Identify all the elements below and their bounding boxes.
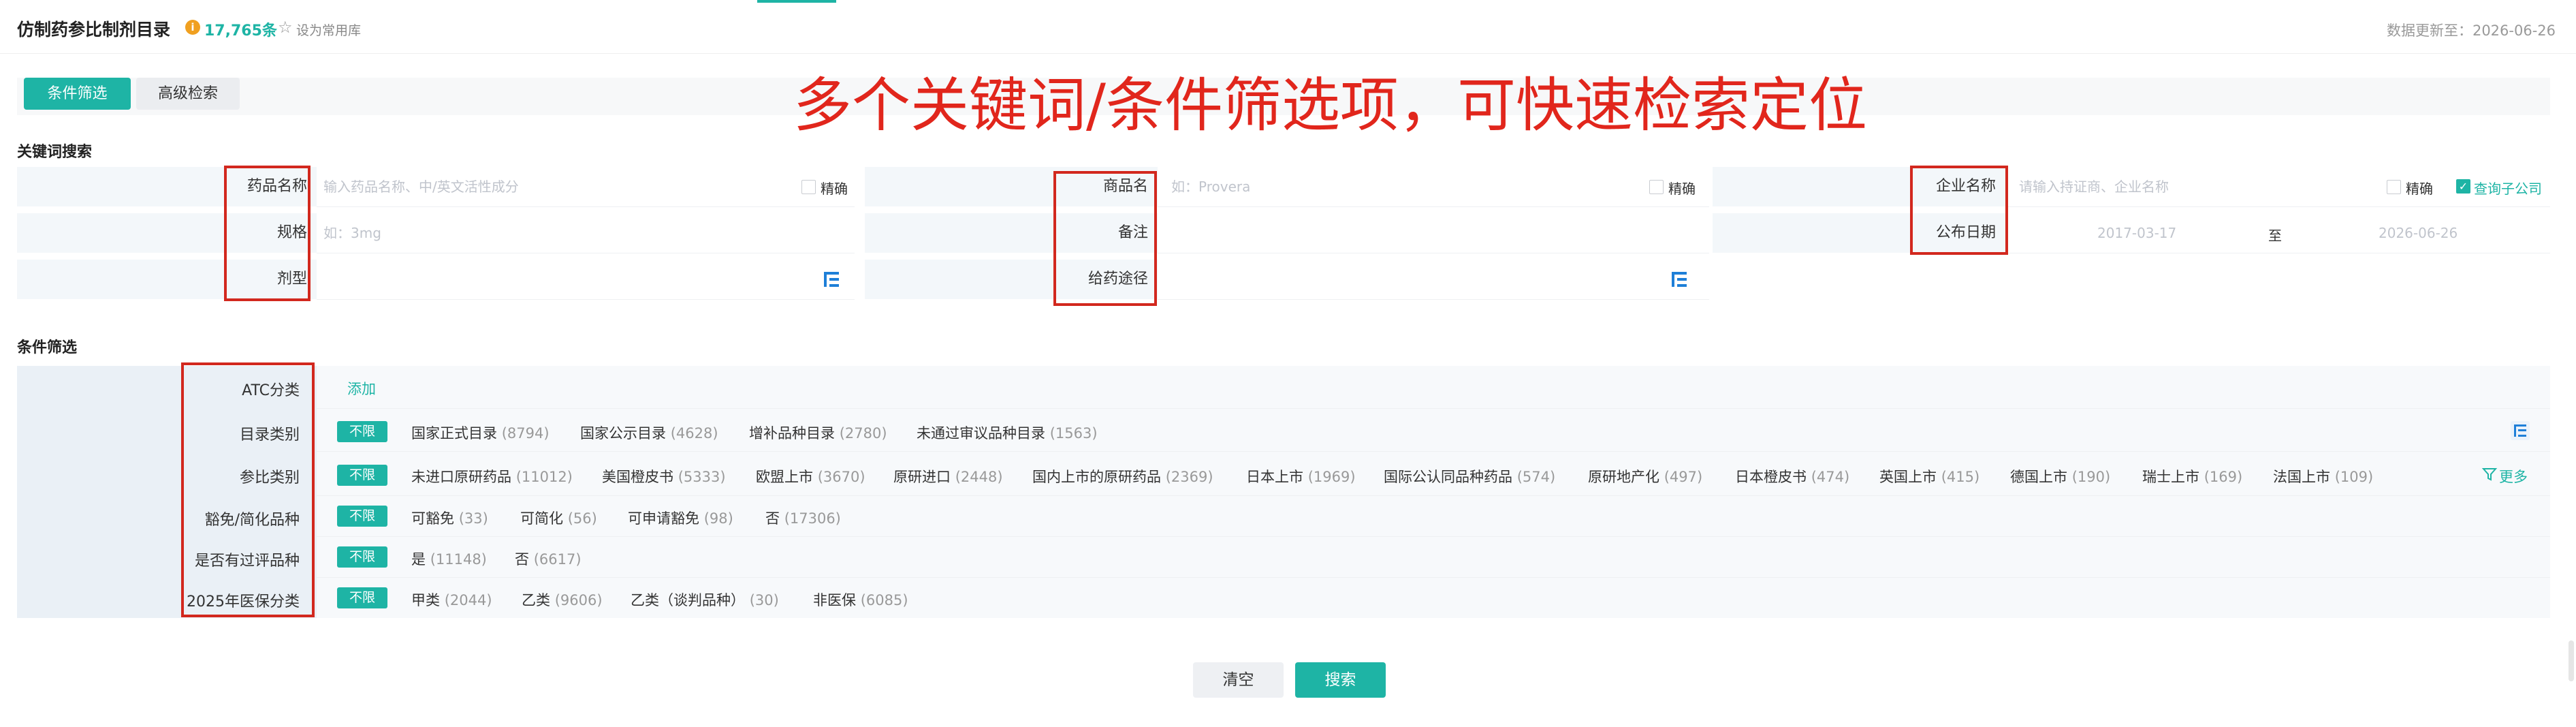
exemption-nolimit-tag[interactable]: 不限 xyxy=(337,506,387,527)
annotation-box xyxy=(1910,166,2008,255)
row-divider xyxy=(317,536,2550,537)
filter-section-title: 条件筛选 xyxy=(17,339,78,356)
catalog-nolimit-tag[interactable]: 不限 xyxy=(337,421,387,442)
filter-option[interactable]: 法国上市 (109) xyxy=(2273,466,2373,486)
filter-option[interactable]: 原研进口 (2448) xyxy=(893,466,1003,486)
filter-option[interactable]: 美国橙皮书 (5333) xyxy=(602,466,726,486)
tree-select-icon[interactable] xyxy=(822,269,842,290)
drug-name-input[interactable]: 输入药品名称、中/英文活性成分 精确 xyxy=(317,167,855,207)
company-input[interactable]: 请输入持证商、企业名称 精确 ✓ 查询子公司 xyxy=(2005,167,2550,207)
top-accent-bar xyxy=(757,0,836,3)
search-button[interactable]: 搜索 xyxy=(1295,662,1386,698)
subsidiary-label: 查询子公司 xyxy=(2474,181,2542,197)
tree-select-icon[interactable] xyxy=(2510,420,2530,441)
filter-option[interactable]: 瑞士上市 (169) xyxy=(2142,466,2242,486)
remark-input[interactable] xyxy=(1158,213,1709,253)
date-range-separator: 至 xyxy=(2268,228,2282,244)
tab-condition-filter[interactable]: 条件筛选 xyxy=(24,78,131,110)
annotation-box xyxy=(224,166,311,301)
evaluated-nolimit-tag[interactable]: 不限 xyxy=(337,546,387,568)
header-divider xyxy=(0,53,2576,54)
publish-date-from[interactable]: 2017-03-17 xyxy=(2097,213,2176,253)
filter-option[interactable]: 是 (11148) xyxy=(411,548,487,569)
route-select[interactable] xyxy=(1158,260,1709,300)
filter-option[interactable]: 甲类 (2044) xyxy=(411,589,492,610)
trade-name-placeholder: 如：Provera xyxy=(1171,179,1251,195)
filter-option[interactable]: 可简化 (56) xyxy=(520,508,597,528)
scrollbar[interactable] xyxy=(2569,640,2574,681)
filter-option[interactable]: 日本上市 (1969) xyxy=(1246,466,1356,486)
clear-button[interactable]: 清空 xyxy=(1193,662,1284,698)
row-divider xyxy=(317,577,2550,578)
filter-option[interactable]: 德国上市 (190) xyxy=(2010,466,2110,486)
filter-icon[interactable] xyxy=(2481,466,2498,482)
filter-panel xyxy=(17,366,2550,618)
filter-option[interactable]: 乙类（谈判品种） (30) xyxy=(631,589,779,610)
filter-option[interactable]: 英国上市 (415) xyxy=(1879,466,1979,486)
publish-date-range[interactable]: 2017-03-17 至 2026-06-26 xyxy=(2005,213,2550,253)
info-icon[interactable]: i xyxy=(185,20,200,35)
filter-option[interactable]: 非医保 (6085) xyxy=(813,589,908,610)
drug-name-exact-label: 精确 xyxy=(821,181,848,197)
row-divider xyxy=(317,451,2550,452)
filter-option[interactable]: 乙类 (9606) xyxy=(522,589,603,610)
tree-select-icon[interactable] xyxy=(1670,269,1690,290)
drug-name-placeholder: 输入药品名称、中/英文活性成分 xyxy=(323,179,519,195)
filter-option[interactable]: 国内上市的原研药品 (2369) xyxy=(1032,466,1213,486)
page-title: 仿制药参比制剂目录 xyxy=(17,20,171,40)
keyword-section-title: 关键词搜索 xyxy=(17,144,93,161)
insurance-nolimit-tag[interactable]: 不限 xyxy=(337,587,387,608)
filter-option[interactable]: 可申请豁免 (98) xyxy=(628,508,733,528)
filter-option[interactable]: 否 (17306) xyxy=(765,508,841,528)
atc-add-link[interactable]: 添加 xyxy=(347,378,376,399)
spec-input[interactable]: 如：3mg xyxy=(317,213,855,253)
publish-date-to[interactable]: 2026-06-26 xyxy=(2379,213,2458,253)
annotation-box xyxy=(181,362,315,617)
dosage-form-select[interactable] xyxy=(317,260,855,300)
row-divider xyxy=(317,495,2550,496)
tab-advanced-search[interactable]: 高级检索 xyxy=(136,78,240,110)
company-exact-label: 精确 xyxy=(2406,181,2433,197)
filter-option[interactable]: 未通过审议品种目录 (1563) xyxy=(917,422,1098,443)
set-favorite-link[interactable]: 设为常用库 xyxy=(296,20,361,39)
filter-option[interactable]: 可豁免 (33) xyxy=(411,508,488,528)
record-count: 17,765条 xyxy=(204,22,277,40)
data-update-date: 数据更新至：2026-06-26 xyxy=(2386,22,2556,39)
subsidiary-checkbox[interactable]: ✓ xyxy=(2456,179,2470,194)
drug-name-exact-checkbox[interactable] xyxy=(801,180,816,194)
filter-option[interactable]: 国际公认同品种药品 (574) xyxy=(1384,466,1555,486)
trade-name-input[interactable]: 如：Provera 精确 xyxy=(1158,167,1709,207)
filter-option[interactable]: 日本橙皮书 (474) xyxy=(1735,466,1849,486)
filter-option[interactable]: 国家公示目录 (4628) xyxy=(580,422,718,443)
filter-option[interactable]: 原研地产化 (497) xyxy=(1588,466,1702,486)
filter-option[interactable]: 国家正式目录 (8794) xyxy=(411,422,550,443)
trade-name-exact-checkbox[interactable] xyxy=(1649,180,1664,194)
reference-nolimit-tag[interactable]: 不限 xyxy=(337,465,387,486)
star-icon[interactable]: ☆ xyxy=(278,18,293,37)
row-divider xyxy=(317,408,2550,409)
company-placeholder: 请输入持证商、企业名称 xyxy=(2019,179,2169,195)
filter-option[interactable]: 增补品种目录 (2780) xyxy=(749,422,887,443)
annotation-text: 多个关键词/条件筛选项，可快速检索定位 xyxy=(793,72,1867,140)
company-exact-checkbox[interactable] xyxy=(2387,180,2401,194)
filter-option[interactable]: 否 (6617) xyxy=(515,548,582,569)
spec-placeholder: 如：3mg xyxy=(323,225,381,241)
more-options-link[interactable]: 更多 xyxy=(2499,466,2528,486)
annotation-box xyxy=(1053,171,1157,306)
filter-option[interactable]: 未进口原研药品 (11012) xyxy=(411,466,573,486)
filter-option[interactable]: 欧盟上市 (3670) xyxy=(756,466,865,486)
trade-name-exact-label: 精确 xyxy=(1668,181,1696,197)
